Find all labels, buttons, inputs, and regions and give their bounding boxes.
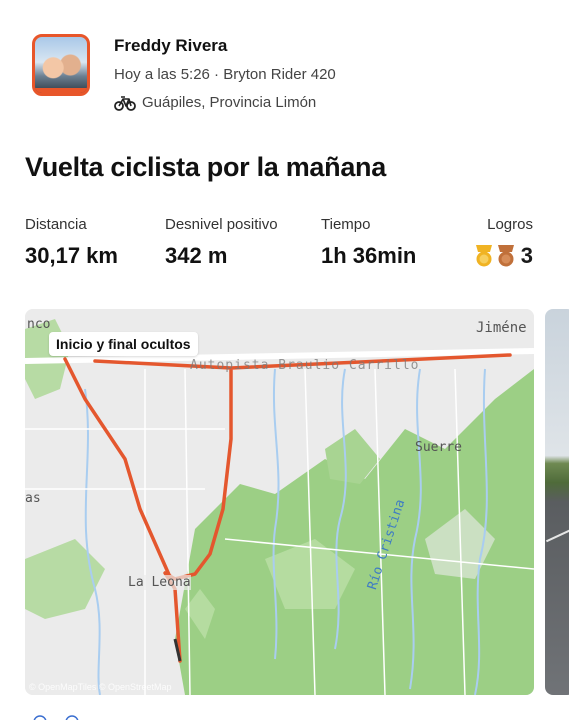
stat-label: Distancia (25, 216, 87, 233)
activity-meta: Hoy a las 5:26 · Bryton Rider 420 (114, 66, 336, 83)
place-label: as (25, 491, 41, 506)
map-attribution: © OpenMapTiles © OpenStreetMap (29, 682, 172, 692)
place-label: Suerre (415, 440, 462, 455)
avatar[interactable] (32, 34, 90, 96)
stat-value: 1h 36min (321, 243, 417, 268)
avatar-badge (35, 88, 87, 93)
stat-label: Logros (487, 216, 533, 233)
activity-photo[interactable] (545, 309, 569, 695)
location-text: Guápiles, Provincia Limón (142, 94, 317, 111)
stat-time: Tiempo 1h 36min (321, 216, 416, 269)
activity-title[interactable]: Vuelta ciclista por la mañana (25, 152, 386, 183)
place-label: nco (27, 317, 51, 332)
medals: 3 (474, 243, 533, 269)
place-label: Jiméne (476, 320, 527, 336)
road-marking (545, 527, 569, 543)
stat-label: Desnivel positivo (165, 216, 278, 233)
gold-medal-icon (475, 245, 492, 267)
route-privacy-label: Inicio y final ocultos (49, 332, 198, 356)
activity-header: Freddy Rivera Hoy a las 5:26 · Bryton Ri… (32, 34, 552, 114)
stat-value: 30,17 km (25, 243, 118, 268)
bike-icon (114, 95, 136, 111)
athlete-name[interactable]: Freddy Rivera (114, 36, 227, 56)
road-label: Autopista Braulio Carrillo (190, 358, 420, 373)
stat-achievements[interactable]: Logros 3 (474, 216, 533, 269)
achievement-count: 3 (520, 243, 533, 268)
stat-distance: Distancia 30,17 km (25, 216, 118, 269)
stat-label: Tiempo (321, 216, 371, 233)
route-map[interactable]: Inicio y final ocultos nco Jiméne Autopi… (25, 309, 534, 695)
stat-value: 342 m (165, 243, 228, 268)
stats-row: Distancia 30,17 km Desnivel positivo 342… (25, 216, 537, 276)
bronze-medal-icon (497, 245, 514, 267)
stat-elevation: Desnivel positivo 342 m (165, 216, 278, 269)
activity-location: Guápiles, Provincia Limón (114, 94, 316, 111)
kudos-avatars-peek (33, 715, 79, 720)
place-label: La Leona (128, 575, 191, 590)
